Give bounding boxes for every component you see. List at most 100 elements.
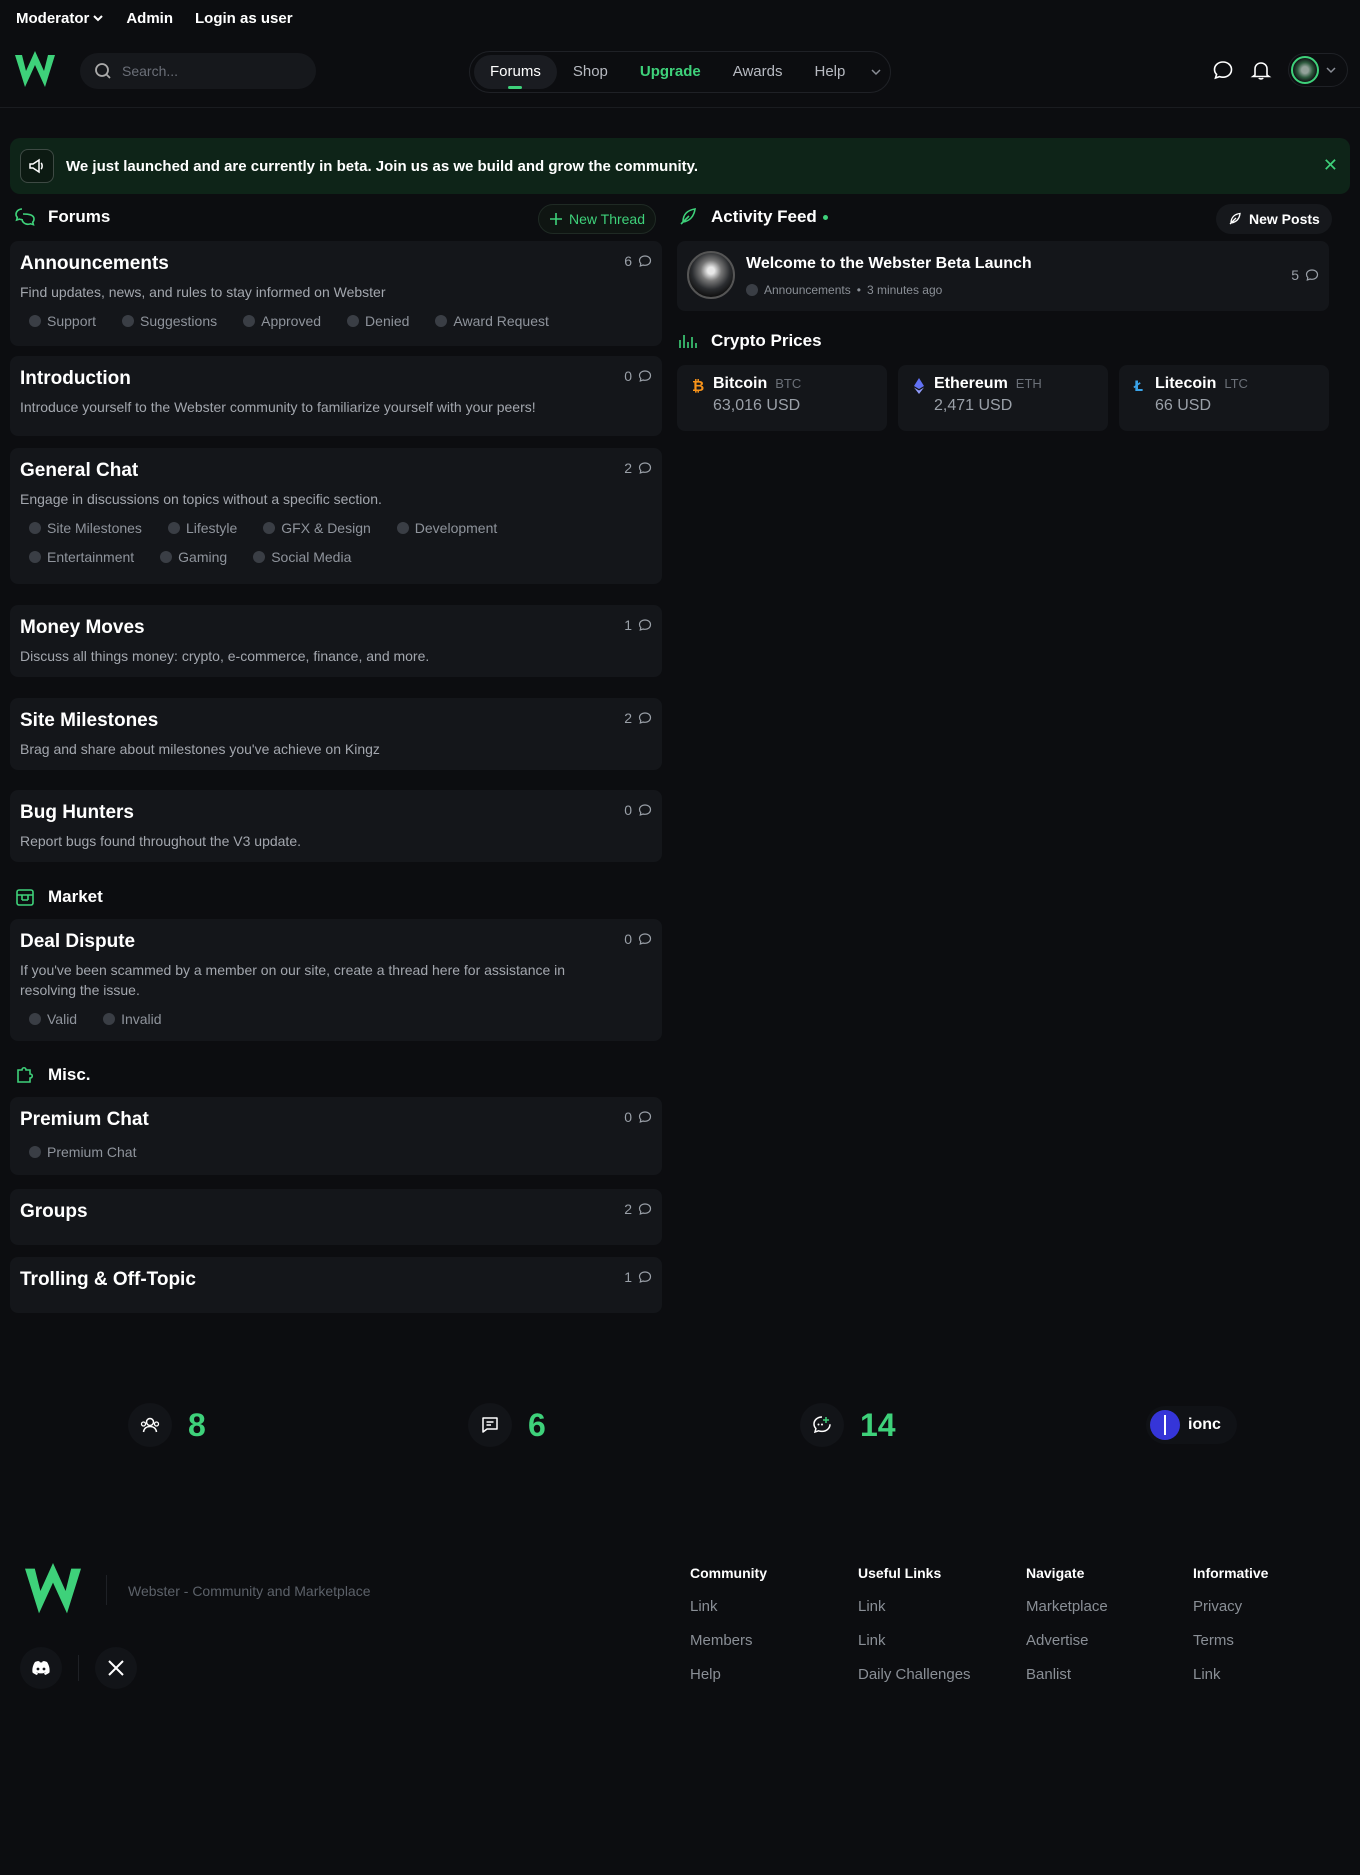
footer-link[interactable]: Link [858,1599,971,1633]
login-as-user-link[interactable]: Login as user [195,10,293,27]
forum-desc: Find updates, news, and rules to stay in… [20,284,386,300]
new-thread-label: New Thread [569,211,646,227]
close-icon[interactable]: ✕ [1323,155,1338,176]
forum-title[interactable]: Introduction [20,368,652,390]
thread-count: 0 [624,802,652,818]
subforum-tag[interactable]: Support [29,306,96,335]
forums-heading: Forums [14,206,110,228]
nav-forums[interactable]: Forums [474,55,557,89]
forums-heading-label: Forums [48,207,111,226]
forum-title[interactable]: Groups [20,1201,652,1223]
forum-card-deal-dispute[interactable]: Deal Dispute If you've been scammed by a… [10,919,662,1041]
search-box[interactable] [80,53,316,89]
thread-count: 2 [624,1201,652,1217]
subforum-tag[interactable]: Site Milestones [29,513,142,542]
avatar [687,251,735,299]
new-thread-button[interactable]: New Thread [538,204,657,234]
forum-card-trolling-off-topic[interactable]: Trolling & Off-Topic 1 [10,1257,662,1313]
subforum-tag[interactable]: Social Media [253,542,351,571]
forum-title[interactable]: Announcements [20,253,652,275]
newest-member[interactable]: ionc [1146,1406,1237,1444]
activity-feed-heading: Activity Feed [680,206,828,228]
footer-link[interactable]: Advertise [1026,1633,1108,1667]
svg-text:₿: ₿ [692,377,704,395]
coin-name: Bitcoin [713,375,768,392]
bell-icon[interactable] [1250,59,1272,81]
divider [78,1655,79,1681]
thread-count: 0 [624,931,652,947]
subforum-tag[interactable]: Invalid [103,1004,162,1033]
admin-bar: Moderator Admin Login as user [0,0,1360,36]
comment-icon [638,1111,652,1123]
footer-link[interactable]: Help [690,1667,767,1701]
forum-title[interactable]: Deal Dispute [20,931,652,953]
forum-title[interactable]: General Chat [20,460,652,482]
footer-column-useful-links: Useful Links Link Link Daily Challenges [858,1565,971,1701]
subforum-tag[interactable]: Suggestions [122,306,217,335]
footer-link[interactable]: Banlist [1026,1667,1108,1701]
comments-icon [800,1403,844,1447]
banner-text: We just launched and are currently in be… [66,157,699,175]
footer-link[interactable]: Link [858,1633,971,1667]
user-menu[interactable] [1288,53,1348,87]
forum-card-announcements[interactable]: Announcements Find updates, news, and ru… [10,241,662,346]
discord-button[interactable] [20,1647,62,1689]
category-dot [746,284,758,296]
forum-card-premium-chat[interactable]: Premium Chat 0 Premium Chat [10,1097,662,1175]
forum-title[interactable]: Money Moves [20,617,652,639]
subforum-tag[interactable]: Development [396,513,497,542]
thread-count-value: 0 [624,931,632,947]
feed-item-title[interactable]: Welcome to the Webster Beta Launch [746,255,1032,273]
forum-title[interactable]: Site Milestones [20,710,652,732]
chat-bubble-icon[interactable] [1212,59,1234,81]
subforum-tags: Valid Invalid [20,1004,652,1033]
search-input[interactable] [122,63,292,79]
webster-logo[interactable] [13,51,57,91]
forum-card-introduction[interactable]: Introduction Introduce yourself to the W… [10,356,662,436]
footer-link[interactable]: Marketplace [1026,1599,1108,1633]
subforum-tag[interactable]: Approved [243,306,321,335]
new-posts-button[interactable]: New Posts [1216,204,1332,234]
forum-desc: Introduce yourself to the Webster commun… [20,399,536,415]
forum-card-site-milestones[interactable]: Site Milestones Brag and share about mil… [10,698,662,770]
footer-link[interactable]: Daily Challenges [858,1667,971,1701]
forum-card-general-chat[interactable]: General Chat Engage in discussions on to… [10,448,662,584]
crypto-card-litecoin: Ł Litecoin LTC 66 USD [1119,365,1329,431]
subforum-tag[interactable]: Lifestyle [167,513,237,542]
footer-link[interactable]: Members [690,1633,767,1667]
chevron-down-icon [1326,67,1336,74]
subforum-tag[interactable]: Entertainment [29,542,134,571]
forum-card-money-moves[interactable]: Money Moves Discuss all things money: cr… [10,605,662,677]
footer-link[interactable]: Link [1193,1667,1268,1701]
subforum-tags: Premium Chat [20,1137,652,1166]
threads-count: 6 [528,1406,546,1443]
nav-upgrade[interactable]: Upgrade [624,55,717,89]
admin-link[interactable]: Admin [126,10,173,27]
subforum-tag[interactable]: GFX & Design [263,513,371,542]
nav-awards[interactable]: Awards [717,55,799,89]
footer-column-heading: Navigate [1026,1565,1085,1581]
subforum-tag[interactable]: Valid [29,1004,77,1033]
forum-title[interactable]: Premium Chat [20,1109,652,1131]
nav-help[interactable]: Help [798,55,861,89]
market-heading: Market [14,886,103,908]
forum-title[interactable]: Bug Hunters [20,802,652,824]
subforum-tag[interactable]: Gaming [160,542,227,571]
nav-shop[interactable]: Shop [557,55,624,89]
chevron-down-icon[interactable] [869,65,883,79]
footer-link[interactable]: Terms [1193,1633,1268,1667]
footer-column-heading: Useful Links [858,1565,942,1581]
feed-item-category[interactable]: Announcements [764,283,851,297]
activity-feed-item[interactable]: Welcome to the Webster Beta Launch Annou… [677,241,1329,311]
subforum-tag[interactable]: Premium Chat [29,1137,136,1166]
footer-link[interactable]: Privacy [1193,1599,1268,1633]
footer-link[interactable]: Link [690,1599,767,1633]
x-twitter-button[interactable] [95,1647,137,1689]
forum-title[interactable]: Trolling & Off-Topic [20,1269,652,1291]
subforum-tag[interactable]: Award Request [435,306,549,335]
subforum-tag[interactable]: Denied [347,306,409,335]
moderator-menu[interactable]: Moderator [16,10,104,27]
forum-card-groups[interactable]: Groups 2 [10,1189,662,1245]
webster-logo[interactable] [20,1563,86,1619]
forum-card-bug-hunters[interactable]: Bug Hunters Report bugs found throughout… [10,790,662,862]
